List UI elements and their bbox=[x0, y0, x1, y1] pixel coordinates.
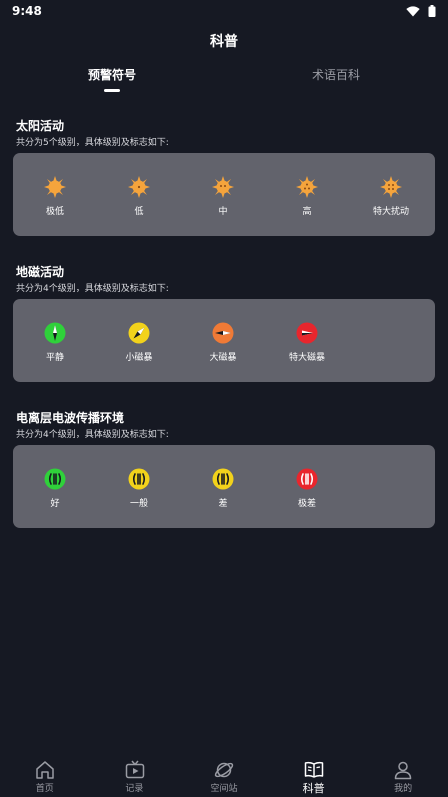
section-title: 地磁活动 bbox=[16, 265, 65, 279]
level-label: 特大扰动 bbox=[372, 207, 409, 217]
level-label: 大磁暴 bbox=[209, 353, 237, 363]
solar-levels-card: 极低 低 中 高 特大扰动 bbox=[13, 153, 435, 236]
level-item: 好 bbox=[13, 445, 97, 528]
section-subtitle: 共分为5个级别，具体级别及标志如下: bbox=[16, 138, 169, 148]
level-label: 极低 bbox=[45, 207, 64, 217]
level-item: 特大磁暴 bbox=[265, 299, 349, 382]
level-label: 中 bbox=[218, 207, 228, 217]
nav-item-space-station[interactable]: 空间站 bbox=[179, 757, 269, 797]
tab-bar: 预警符号 术语百科 bbox=[0, 66, 448, 96]
signal-green-icon bbox=[44, 468, 66, 490]
nav-item-records[interactable]: 记录 bbox=[90, 757, 180, 797]
page-title: 科普 bbox=[210, 34, 238, 50]
level-item: 高 bbox=[265, 153, 349, 236]
level-label: 高 bbox=[302, 207, 312, 217]
compass-yellow-icon bbox=[128, 322, 150, 344]
section-subtitle: 共分为4个级别，具体级别及标志如下: bbox=[16, 284, 169, 294]
level-label: 极差 bbox=[297, 499, 316, 509]
nav-label: 我的 bbox=[394, 784, 413, 794]
level-item: 小磁暴 bbox=[97, 299, 181, 382]
signal-yellow-icon bbox=[212, 468, 234, 490]
sun-extreme-icon bbox=[380, 176, 402, 198]
nav-label: 记录 bbox=[125, 784, 144, 794]
wifi-icon bbox=[406, 5, 420, 17]
level-label: 特大磁暴 bbox=[288, 353, 325, 363]
status-bar: 9:48 bbox=[0, 0, 448, 22]
level-item: 大磁暴 bbox=[181, 299, 265, 382]
book-icon bbox=[304, 761, 324, 778]
level-label: 差 bbox=[218, 499, 228, 509]
planet-icon bbox=[215, 762, 234, 778]
nav-item-science[interactable]: 科普 bbox=[269, 757, 359, 797]
section-title: 太阳活动 bbox=[16, 119, 65, 133]
level-item: 一般 bbox=[97, 445, 181, 528]
signal-red-icon bbox=[296, 468, 318, 490]
level-item: 平静 bbox=[13, 299, 97, 382]
level-item: 特大扰动 bbox=[349, 153, 433, 236]
level-item: 差 bbox=[181, 445, 265, 528]
compass-red-icon bbox=[296, 322, 318, 344]
tab-warning-symbols[interactable]: 预警符号 bbox=[42, 66, 182, 83]
bottom-nav: 首页 记录 空间站 科普 我的 bbox=[0, 757, 448, 797]
user-icon bbox=[395, 761, 412, 780]
level-label: 平静 bbox=[45, 353, 64, 363]
section-title: 电离层电波传播环境 bbox=[16, 411, 125, 425]
sun-medium-icon bbox=[212, 176, 234, 198]
section-subtitle: 共分为4个级别，具体级别及标志如下: bbox=[16, 430, 169, 440]
status-icons bbox=[406, 5, 436, 17]
level-item: 极差 bbox=[265, 445, 349, 528]
nav-label: 首页 bbox=[35, 784, 54, 794]
nav-label: 空间站 bbox=[210, 784, 238, 794]
level-item: 极低 bbox=[13, 153, 97, 236]
ionosphere-levels-card: 好 一般 差 极差 bbox=[13, 445, 435, 528]
compass-orange-icon bbox=[212, 322, 234, 344]
status-time: 9:48 bbox=[12, 4, 42, 18]
level-label: 一般 bbox=[129, 499, 148, 509]
nav-item-home[interactable]: 首页 bbox=[0, 757, 90, 797]
nav-item-mine[interactable]: 我的 bbox=[358, 757, 448, 797]
level-item: 中 bbox=[181, 153, 265, 236]
level-label: 小磁暴 bbox=[125, 353, 153, 363]
geomagnetic-levels-card: 平静 小磁暴 大磁暴 特大磁暴 bbox=[13, 299, 435, 382]
signal-yellow-icon bbox=[128, 468, 150, 490]
battery-icon bbox=[428, 5, 436, 17]
sun-very-low-icon bbox=[44, 176, 66, 198]
compass-green-icon bbox=[44, 322, 66, 344]
tv-icon bbox=[125, 760, 144, 779]
tab-active-indicator bbox=[104, 89, 120, 92]
home-icon bbox=[36, 761, 54, 779]
level-label: 好 bbox=[50, 499, 60, 509]
level-item: 低 bbox=[97, 153, 181, 236]
sun-low-icon bbox=[128, 176, 150, 198]
nav-label: 科普 bbox=[302, 782, 325, 795]
tab-glossary[interactable]: 术语百科 bbox=[266, 66, 406, 83]
sun-high-icon bbox=[296, 176, 318, 198]
level-label: 低 bbox=[134, 207, 144, 217]
